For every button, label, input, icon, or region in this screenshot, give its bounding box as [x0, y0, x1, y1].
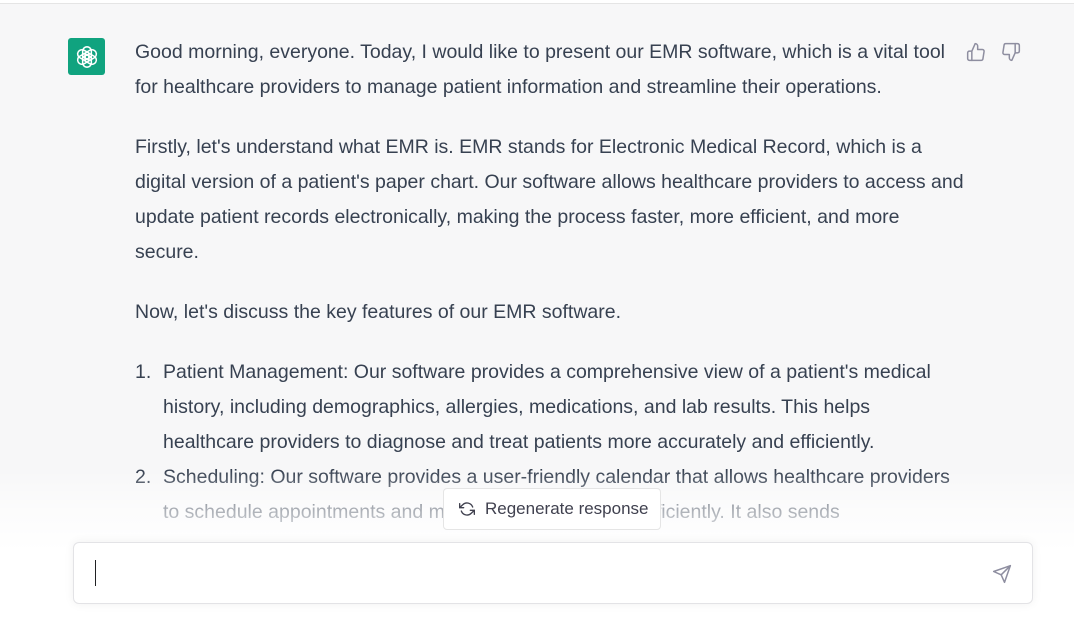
assistant-avatar: [68, 38, 105, 75]
regenerate-response-label: Regenerate response: [485, 499, 649, 518]
list-item: 1. Patient Management: Our software prov…: [135, 355, 965, 460]
message-content: Good morning, everyone. Today, I would l…: [135, 35, 965, 530]
message-input[interactable]: [92, 559, 972, 589]
paragraph-intro: Good morning, everyone. Today, I would l…: [135, 41, 946, 98]
thumbs-down-icon: [1001, 42, 1021, 62]
list-item-number: 2.: [135, 466, 152, 488]
regenerate-response-button[interactable]: Regenerate response: [443, 488, 661, 530]
refresh-icon: [458, 500, 476, 518]
list-item-number: 1.: [135, 361, 152, 383]
thumbs-down-button[interactable]: [999, 40, 1023, 64]
thumbs-up-button[interactable]: [964, 40, 988, 64]
paragraph-features-intro: Now, let's discuss the key features of o…: [135, 301, 622, 323]
send-icon: [992, 564, 1012, 584]
list-item-text: Patient Management: Our software provide…: [163, 361, 931, 453]
paragraph-emr-definition: Firstly, let's understand what EMR is. E…: [135, 136, 964, 263]
text-cursor: [95, 560, 96, 586]
send-button[interactable]: [990, 562, 1014, 586]
message-composer: [73, 542, 1033, 604]
openai-logo-icon: [74, 44, 100, 70]
thumbs-up-icon: [966, 42, 986, 62]
